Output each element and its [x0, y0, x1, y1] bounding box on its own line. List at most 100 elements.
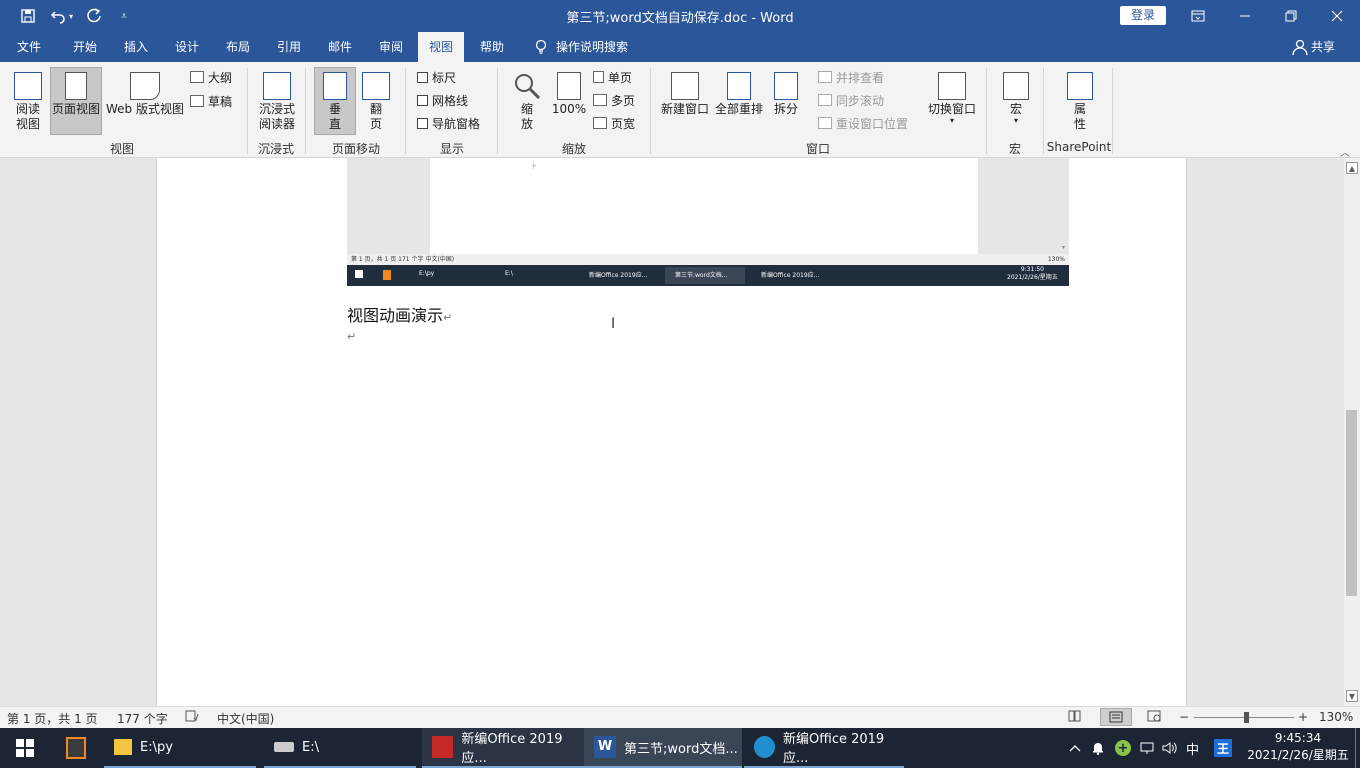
print-layout-view-icon[interactable]	[1100, 708, 1132, 726]
tab-mailings[interactable]: 邮件	[318, 32, 362, 62]
show-hidden-icons[interactable]	[1068, 728, 1082, 768]
taskbar-item-explorer-e[interactable]: E:\	[264, 728, 416, 768]
multiple-pages-icon	[593, 94, 607, 106]
taskbar-item-word[interactable]: W 第三节;word文档...	[584, 728, 742, 768]
scroll-thumb[interactable]	[1346, 410, 1357, 596]
arrange-all-button[interactable]: 全部重排	[713, 68, 765, 136]
notification-bell-icon[interactable]	[1092, 728, 1104, 768]
embedded-page: ⊦	[430, 158, 978, 254]
tell-me-search[interactable]: 操作说明搜索	[556, 32, 636, 62]
properties-button[interactable]: 属 性	[1060, 68, 1100, 136]
document-area: ⊦ ▾ 第 1 页，共 1 页 171 个字 中文(中国) 130% E:\py…	[0, 158, 1344, 706]
volume-icon[interactable]	[1162, 728, 1178, 768]
vertical-scrollbar[interactable]: ▲ ▼	[1344, 158, 1360, 706]
zoom-out-button[interactable]: −	[1179, 710, 1189, 724]
divider	[986, 68, 987, 154]
macros-button[interactable]: 宏 ▾	[998, 68, 1034, 138]
tab-view[interactable]: 视图	[418, 32, 464, 62]
print-layout-button[interactable]: 页面视图	[50, 67, 102, 135]
show-desktop-button[interactable]	[1355, 728, 1356, 768]
zoom-button[interactable]: 缩 放	[508, 68, 546, 136]
taskbar-item-explorer-py[interactable]: E:\py	[104, 728, 256, 768]
scroll-up-icon[interactable]: ▲	[1346, 162, 1358, 174]
document-page[interactable]: ⊦ ▾ 第 1 页，共 1 页 171 个字 中文(中国) 130% E:\py…	[156, 158, 1187, 706]
taskbar-item-pdf[interactable]: 新编Office 2019应...	[422, 728, 584, 768]
ime-indicator[interactable]: 中	[1186, 728, 1199, 768]
ribbon: 阅读 视图 页面视图 Web 版式视图 大纲 草稿 视图 沉浸式 阅读器 沉浸式…	[0, 62, 1360, 159]
tab-file[interactable]: 文件	[8, 32, 50, 62]
vertical-button[interactable]: 垂 直	[314, 67, 356, 135]
language-indicator[interactable]: 中文(中国)	[217, 710, 274, 727]
new-window-button[interactable]: 新建窗口	[658, 68, 712, 136]
read-mode-button[interactable]: 阅读 视图	[8, 68, 48, 136]
tab-home[interactable]: 开始	[63, 32, 107, 62]
tab-references[interactable]: 引用	[267, 32, 311, 62]
web-layout-view-icon[interactable]	[1147, 710, 1161, 725]
proofing-icon[interactable]	[185, 710, 199, 725]
embedded-statusbar: 第 1 页，共 1 页 171 个字 中文(中国) 130%	[347, 254, 1069, 265]
multiple-pages-button[interactable]: 多页	[593, 91, 635, 109]
tab-layout[interactable]: 布局	[216, 32, 260, 62]
gridlines-checkbox[interactable]: 网格线	[417, 91, 468, 109]
windows-taskbar: E:\py E:\ 新编Office 2019应... W 第三节;word文档…	[0, 728, 1360, 768]
group-show-label: 显示	[439, 142, 464, 156]
group-views-label: 视图	[109, 142, 134, 156]
login-button[interactable]: 登录	[1120, 6, 1166, 25]
divider	[650, 68, 651, 154]
new-window-icon	[671, 72, 699, 100]
one-page-button[interactable]: 单页	[593, 68, 632, 86]
side-to-side-button[interactable]: 翻 页	[358, 68, 394, 136]
document-text-line[interactable]: 视图动画演示↵	[347, 302, 452, 326]
tab-review[interactable]: 审阅	[369, 32, 413, 62]
checkbox-icon	[417, 71, 428, 83]
read-mode-view-icon[interactable]	[1068, 710, 1082, 725]
page-width-button[interactable]: 页宽	[593, 114, 635, 132]
chevron-down-icon: ▾	[1013, 116, 1018, 125]
ribbon-display-icon[interactable]	[1175, 0, 1221, 32]
edge-icon	[754, 736, 776, 758]
reset-window-position-button[interactable]: 重设窗口位置	[818, 114, 908, 132]
zoom-level[interactable]: 130%	[1319, 710, 1353, 724]
network-icon[interactable]	[1140, 728, 1154, 768]
split-button[interactable]: 拆分	[768, 68, 804, 136]
immersive-reader-icon	[263, 72, 291, 100]
view-side-by-side-button[interactable]: 并排查看	[818, 68, 884, 86]
ruler-checkbox[interactable]: 标尺	[417, 68, 456, 86]
navigation-pane-checkbox[interactable]: 导航窗格	[417, 114, 480, 132]
tab-insert[interactable]: 插入	[114, 32, 158, 62]
zoom-100-button[interactable]: 100%	[550, 68, 588, 136]
taskbar-item-edge[interactable]: 新编Office 2019应...	[744, 728, 904, 768]
share-button[interactable]: 共享	[1311, 32, 1341, 62]
vertical-scroll-icon	[323, 72, 347, 100]
draft-button[interactable]: 草稿	[190, 92, 232, 110]
add-app-icon[interactable]: +	[1115, 728, 1131, 768]
minimize-icon[interactable]	[1222, 0, 1268, 32]
zoom-in-button[interactable]: +	[1298, 710, 1308, 724]
macros-icon	[1003, 72, 1029, 100]
input-method-icon[interactable]: 王	[1214, 728, 1232, 768]
close-icon[interactable]	[1314, 0, 1360, 32]
zoom-slider-thumb[interactable]	[1244, 712, 1249, 723]
switch-windows-button[interactable]: 切换窗口 ▾	[926, 68, 978, 138]
share-user-icon[interactable]	[1290, 32, 1310, 62]
divider	[1043, 68, 1044, 154]
word-count[interactable]: 177 个字	[117, 710, 168, 727]
page-count[interactable]: 第 1 页，共 1 页	[7, 710, 98, 727]
outline-button[interactable]: 大纲	[190, 68, 232, 86]
tab-help[interactable]: 帮助	[470, 32, 514, 62]
synchronous-scrolling-button[interactable]: 同步滚动	[818, 91, 884, 109]
sublime-text-icon[interactable]	[52, 728, 98, 768]
restore-icon[interactable]	[1268, 0, 1314, 32]
collapse-ribbon-icon[interactable]: ︿	[1340, 144, 1350, 159]
windows-start-icon[interactable]	[4, 728, 48, 768]
checkbox-icon	[417, 117, 428, 129]
tab-design[interactable]: 设计	[165, 32, 209, 62]
reset-window-icon	[818, 117, 832, 129]
web-layout-button[interactable]: Web 版式视图	[104, 68, 186, 136]
immersive-reader-button[interactable]: 沉浸式 阅读器	[256, 68, 298, 136]
one-page-icon	[593, 71, 604, 83]
side-by-side-icon	[818, 71, 832, 83]
scroll-down-icon[interactable]: ▼	[1346, 690, 1358, 702]
paragraph-mark: ↵	[347, 330, 357, 343]
taskbar-clock[interactable]: 9:45:34 2021/2/26/星期五	[1244, 730, 1352, 764]
